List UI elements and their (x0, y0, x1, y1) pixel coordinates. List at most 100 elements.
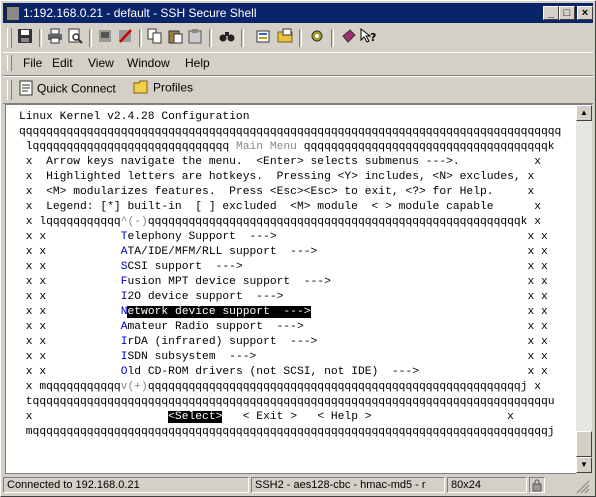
menu-file[interactable]: File (23, 56, 42, 70)
border-text: x x (256, 351, 548, 363)
menu-view[interactable]: View (88, 56, 114, 70)
menubar-grip[interactable] (7, 55, 12, 71)
menu-item-line: x x Old CD-ROM drivers (not SCSI, not ID… (19, 365, 548, 380)
maximize-button[interactable]: □ (559, 6, 575, 20)
menu-item-line: x x IrDA (infrared) support ---> x x (19, 335, 548, 350)
quick-toolbar: Quick Connect Profiles (3, 76, 593, 104)
file-transfer-icon[interactable] (275, 28, 295, 48)
menu-item[interactable]: I2O device support ---> (121, 291, 284, 303)
title-bar[interactable]: 1:192.168.0.21 - default - SSH Secure Sh… (3, 3, 593, 23)
menu-item-line: x x ISDN subsystem ---> x x (19, 350, 548, 365)
help-button[interactable]: < Help > (317, 411, 371, 423)
find-icon[interactable] (217, 28, 237, 48)
menu-item[interactable]: SCSI support ---> (121, 261, 243, 273)
connection-status: Connected to 192.168.0.21 (3, 477, 249, 493)
terminal-size: 80x24 (447, 477, 527, 493)
border-text: qqqqqqqqqqqqqqqqqqqqqqqqqqqqqqqqqqqqqqqq… (147, 216, 542, 228)
terminal-area[interactable]: Linux Kernel v2.4.28 Configuration qqqqq… (5, 104, 576, 474)
border-text: x x (19, 321, 121, 333)
toolbar-separator (331, 29, 334, 47)
lock-icon (529, 477, 545, 493)
select-button[interactable]: <Select> (168, 411, 223, 423)
print-preview-icon[interactable] (65, 28, 85, 48)
gear-icon[interactable] (307, 28, 327, 48)
toolbar-separator (39, 29, 42, 47)
new-terminal-icon[interactable] (95, 28, 115, 48)
border-text: x x (19, 366, 121, 378)
border-text: x x (19, 291, 121, 303)
border-text: x x (19, 246, 121, 258)
close-button[interactable]: × (577, 6, 593, 20)
border-text: x (19, 411, 169, 423)
menu-edit[interactable]: Edit (52, 56, 73, 70)
toolbar-separator (139, 29, 142, 47)
border-text: x x (242, 261, 548, 273)
menu-item-line: x x Network device support ---> x x (19, 305, 548, 320)
minimize-button[interactable]: _ (543, 6, 559, 20)
menu-item-line: x x Fusion MPT device support ---> x x (19, 275, 548, 290)
settings-icon[interactable] (253, 28, 273, 48)
border-text: x x (419, 366, 548, 378)
scroll-up-indicator: ^(-) (120, 216, 148, 228)
menu-item-line: x x ATA/IDE/MFM/RLL support ---> x x (19, 245, 548, 260)
scroll-up-button[interactable]: ▲ (576, 105, 592, 121)
border-text: qqqqqqqqqqqqqqqqqqqqqqqqqqqqqqqqqqqqqqqq… (147, 381, 542, 393)
save-icon[interactable] (15, 28, 35, 48)
resize-grip-icon[interactable] (547, 477, 591, 493)
menu-item[interactable]: Amateur Radio support ---> (121, 321, 304, 333)
exit-button[interactable]: < Exit > (243, 411, 297, 423)
border-text: x x (330, 276, 548, 288)
print-icon[interactable] (45, 28, 65, 48)
border-text: x x (19, 231, 121, 243)
border-text: x x (19, 336, 121, 348)
svg-text:?: ? (370, 31, 376, 44)
folder-icon (133, 80, 149, 97)
menu-window[interactable]: Window (127, 56, 170, 70)
menu-item[interactable]: IrDA (infrared) support ---> (121, 336, 318, 348)
paste-icon[interactable] (165, 28, 185, 48)
menu-item[interactable]: ATA/IDE/MFM/RLL support ---> (121, 246, 318, 258)
border-text: x x (19, 351, 121, 363)
border-text: x x (303, 321, 548, 333)
menu-bottom-border: x mqqqqqqqqqqqv(+)qqqqqqqqqqqqqqqqqqqqqq… (19, 380, 541, 395)
quick-connect-label: Quick Connect (37, 81, 116, 96)
menu-bar: File Edit View Window Help (3, 52, 593, 76)
terminal-line: tqqqqqqqqqqqqqqqqqqqqqqqqqqqqqqqqqqqqqqq… (19, 396, 555, 408)
menu-help[interactable]: Help (185, 56, 210, 70)
scroll-down-indicator: v(+) (120, 381, 148, 393)
key-icon[interactable] (339, 28, 359, 48)
terminal-app-icon[interactable] (6, 6, 20, 21)
quickbar-grip[interactable] (7, 80, 12, 100)
cipher-info: SSH2 - aes128-cbc - hmac-md5 - r (251, 477, 445, 493)
vertical-scrollbar[interactable]: ▲ ▼ (576, 104, 592, 473)
border-text: x x (317, 336, 548, 348)
copy-icon[interactable] (145, 28, 165, 48)
toolbar: ? (3, 25, 593, 51)
profiles-button[interactable]: Profiles (133, 80, 193, 97)
paste-alt-icon[interactable] (185, 28, 205, 48)
quick-connect-button[interactable]: Quick Connect (19, 80, 116, 99)
menu-item[interactable]: Fusion MPT device support ---> (121, 276, 331, 288)
menu-item[interactable]: Telephony Support ---> (121, 231, 277, 243)
scroll-down-button[interactable]: ▼ (576, 457, 592, 473)
border-text: x lqqqqqqqqqqq (19, 216, 121, 228)
menu-item[interactable]: Network device support ---> (120, 306, 311, 318)
toolbar-grip[interactable] (7, 28, 12, 48)
disconnect-icon[interactable] (115, 28, 135, 48)
help-text-line: x Arrow keys navigate the menu. <Enter> … (19, 156, 542, 168)
help-text-line: x <M> modularizes features. Press <Esc><… (19, 186, 535, 198)
help-icon[interactable]: ? (359, 27, 379, 48)
scroll-thumb[interactable] (576, 431, 592, 457)
border-text: x x (276, 231, 548, 243)
button-row: x <Select> < Exit > < Help > x (19, 411, 514, 423)
quick-connect-icon (19, 80, 33, 99)
border-text: qqqqqqqqqqqqqqqqqqqqqqqqqqqqqqqqqqqqk (296, 141, 555, 153)
menu-item[interactable]: ISDN subsystem ---> (121, 351, 257, 363)
menu-item[interactable]: Old CD-ROM drivers (not SCSI, not IDE) -… (121, 366, 419, 378)
menu-item-line: x x Telephony Support ---> x x (19, 230, 548, 245)
terminal-line: Linux Kernel v2.4.28 Configuration (19, 111, 250, 123)
help-text-line: x Highlighted letters are hotkeys. Press… (19, 171, 535, 183)
border-text: x x (283, 291, 548, 303)
border-text: x x (310, 306, 548, 318)
border-text: x x (19, 261, 121, 273)
